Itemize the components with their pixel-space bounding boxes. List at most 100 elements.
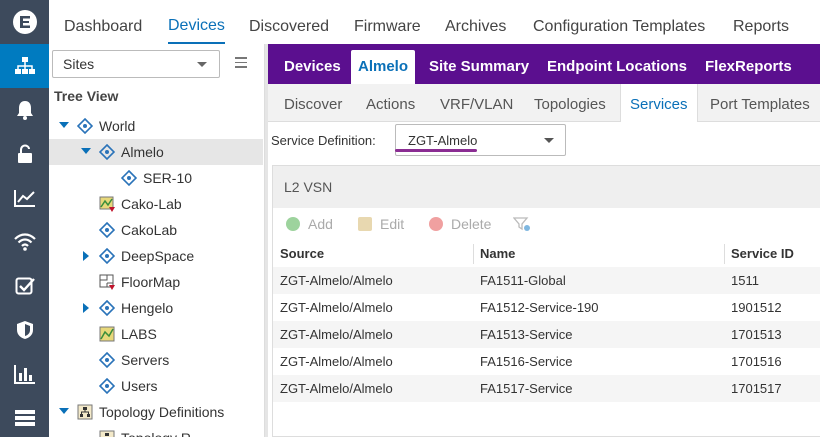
device-tabs-bar: Devices Almelo Site Summary Endpoint Loc…: [268, 44, 820, 84]
tree-node-label: World: [99, 118, 136, 134]
tree-node-label: Cako-Lab: [121, 196, 182, 212]
tree-node-topology-definitions[interactable]: Topology Definitions: [49, 399, 263, 425]
tree-view-title: Tree View: [54, 88, 119, 104]
column-header-name[interactable]: Name: [480, 240, 515, 267]
chevron-down-icon: [544, 138, 554, 143]
delete-button[interactable]: Delete: [429, 208, 491, 240]
topology-icon: [99, 430, 115, 437]
bell-icon[interactable]: [0, 88, 49, 132]
table-row[interactable]: ZGT-Almelo/Almelo FA1516-Service 1701516: [273, 348, 820, 375]
check-icon[interactable]: [0, 264, 49, 308]
chart-icon[interactable]: [0, 176, 49, 220]
tree-node-label: FloorMap: [121, 274, 181, 290]
cell-service-id: 1701516: [731, 354, 782, 369]
subtab-services[interactable]: Services: [620, 84, 698, 122]
floormap-alert-icon: [99, 274, 115, 290]
cell-name: FA1512-Service-190: [480, 300, 599, 315]
site-icon: [77, 118, 93, 134]
sites-dropdown[interactable]: Sites: [52, 50, 220, 78]
column-separator[interactable]: [724, 244, 725, 264]
subtab-port-templates[interactable]: Port Templates: [710, 84, 810, 122]
filter-button[interactable]: [512, 208, 531, 240]
tree-node-deepspace[interactable]: DeepSpace: [49, 243, 263, 269]
column-separator[interactable]: [473, 244, 474, 264]
nav-tab-configuration-templates[interactable]: Configuration Templates: [533, 0, 705, 44]
nav-tab-devices[interactable]: Devices: [168, 0, 225, 44]
cell-source: ZGT-Almelo/Almelo: [280, 273, 393, 288]
table-row[interactable]: ZGT-Almelo/Almelo FA1511-Global 1511: [273, 267, 820, 294]
tab-devices[interactable]: Devices: [277, 50, 348, 84]
topology-icon: [77, 404, 93, 420]
tree-node-almelo[interactable]: Almelo: [49, 139, 263, 165]
tree-node-ser-10[interactable]: SER-10: [49, 165, 263, 191]
nav-tab-archives[interactable]: Archives: [445, 0, 506, 44]
expand-arrow-icon[interactable]: [83, 303, 89, 313]
cell-service-id: 1701517: [731, 381, 782, 396]
tree-node-label: Hengelo: [121, 300, 174, 316]
expand-arrow-icon[interactable]: [81, 148, 91, 154]
table-row[interactable]: ZGT-Almelo/Almelo FA1513-Service 1701513: [273, 321, 820, 348]
shield-icon[interactable]: [0, 308, 49, 352]
lock-icon[interactable]: [0, 132, 49, 176]
column-header-service-id[interactable]: Service ID: [731, 240, 794, 267]
cell-source: ZGT-Almelo/Almelo: [280, 300, 393, 315]
table-row[interactable]: ZGT-Almelo/Almelo FA1512-Service-190 190…: [273, 294, 820, 321]
subtab-actions[interactable]: Actions: [366, 84, 415, 122]
wifi-icon[interactable]: [0, 220, 49, 264]
nav-tab-reports[interactable]: Reports: [733, 0, 789, 44]
tab-almelo[interactable]: Almelo: [351, 50, 416, 84]
tree-node-world[interactable]: World: [49, 113, 263, 139]
cell-source: ZGT-Almelo/Almelo: [280, 381, 393, 396]
network-icon[interactable]: [0, 44, 49, 88]
expand-arrow-icon[interactable]: [59, 122, 69, 128]
tree-node-label: DeepSpace: [121, 248, 195, 264]
tree-node-label: Topology Definitions: [99, 404, 225, 420]
tree-node-cako-lab[interactable]: Cako-Lab: [49, 191, 263, 217]
subtab-vrf-vlan[interactable]: VRF/VLAN: [440, 84, 513, 122]
site-icon: [121, 170, 137, 186]
nav-tab-discovered[interactable]: Discovered: [249, 0, 329, 44]
edit-button[interactable]: Edit: [358, 208, 404, 240]
nav-tab-firmware[interactable]: Firmware: [354, 0, 421, 44]
bar-chart-icon[interactable]: [0, 352, 49, 396]
chevron-down-icon: [197, 62, 207, 67]
subtab-topologies[interactable]: Topologies: [534, 84, 606, 122]
map-icon: [99, 326, 115, 342]
tree-node-servers[interactable]: Servers: [49, 347, 263, 373]
l2-vsn-grid: L2 VSN Add Edit Delete Source Name Servi…: [272, 165, 820, 437]
tree-node-users[interactable]: Users: [49, 373, 263, 399]
column-header-source[interactable]: Source: [280, 240, 324, 267]
tab-site-summary[interactable]: Site Summary: [422, 50, 536, 84]
left-icon-rail: [0, 0, 49, 437]
map-alert-icon: [99, 196, 115, 212]
sites-dropdown-value: Sites: [63, 56, 95, 72]
tab-endpoint-locations[interactable]: Endpoint Locations: [540, 50, 694, 84]
subtab-discover[interactable]: Discover: [284, 84, 342, 122]
tree-node-label: SER-10: [143, 170, 193, 186]
cell-name: FA1517-Service: [480, 381, 573, 396]
tree-node-label: LABS: [121, 326, 157, 342]
tree-node-labs[interactable]: LABS: [49, 321, 263, 347]
edit-label: Edit: [380, 216, 405, 232]
highlight-underline: [395, 149, 477, 152]
expand-arrow-icon[interactable]: [83, 251, 89, 261]
hamburger-menu-icon[interactable]: [235, 57, 247, 68]
tree-node-hengelo[interactable]: Hengelo: [49, 295, 263, 321]
tree-node-label: Almelo: [121, 144, 164, 160]
grid-header: L2 VSN: [273, 166, 820, 208]
expand-arrow-icon[interactable]: [59, 408, 69, 414]
edit-icon: [358, 217, 372, 231]
nav-tab-dashboard[interactable]: Dashboard: [64, 0, 142, 44]
add-button[interactable]: Add: [286, 208, 333, 240]
cell-name: FA1511-Global: [480, 273, 566, 288]
tree-node-cakolab[interactable]: CakoLab: [49, 217, 263, 243]
server-icon[interactable]: [0, 396, 49, 437]
grid-toolbar: Add Edit Delete: [273, 208, 820, 240]
tree-node-floormap[interactable]: FloorMap: [49, 269, 263, 295]
table-row[interactable]: ZGT-Almelo/Almelo FA1517-Service 1701517: [273, 375, 820, 402]
extreme-logo-icon[interactable]: [0, 0, 49, 44]
tab-flexreports[interactable]: FlexReports: [698, 50, 799, 84]
tree-node-topology-r[interactable]: Topology R: [49, 425, 263, 437]
site-icon: [99, 144, 115, 160]
cell-service-id: 1701513: [731, 327, 782, 342]
